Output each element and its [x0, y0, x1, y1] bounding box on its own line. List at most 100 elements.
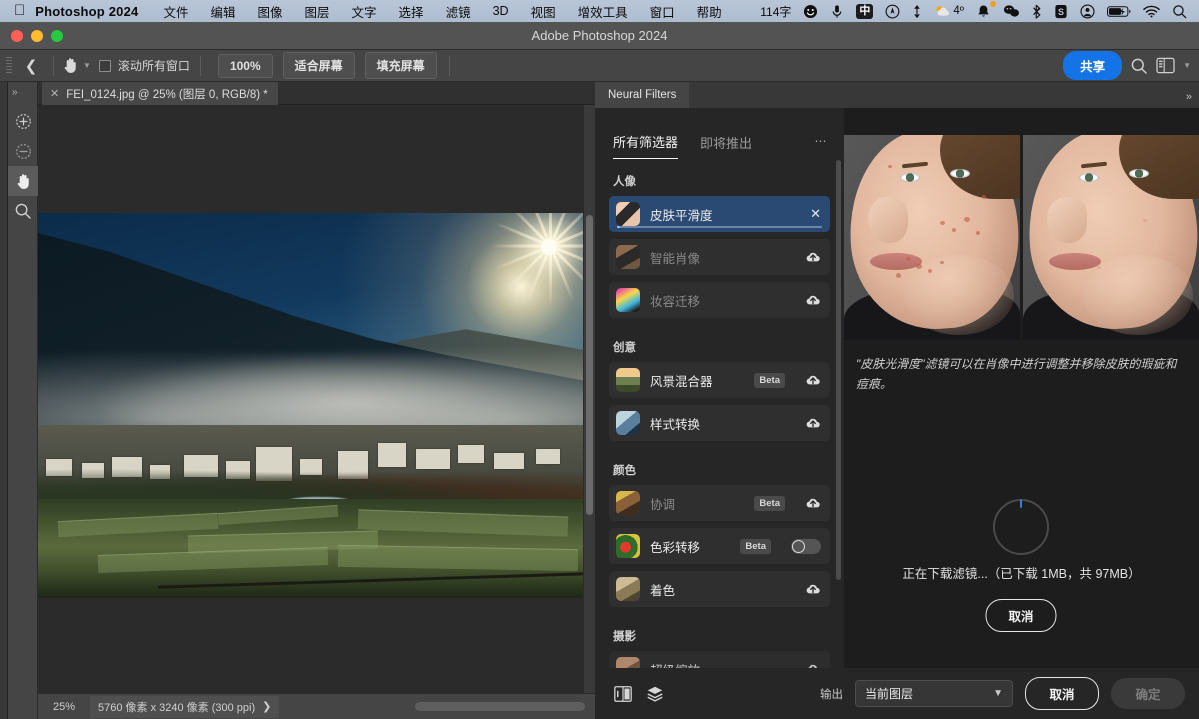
weather-icon[interactable]: 4º	[928, 0, 970, 22]
zoom-in-tool[interactable]	[8, 106, 38, 136]
output-select[interactable]: 当前图层 ▼	[855, 680, 1013, 707]
menu-item-edit[interactable]: 编辑	[199, 2, 246, 21]
zoom-out-tool[interactable]	[8, 136, 38, 166]
before-after-compare-icon[interactable]	[613, 684, 633, 704]
filter-row-super-zoom[interactable]: 超级缩放	[609, 651, 830, 668]
menu-item-type[interactable]: 文字	[341, 2, 388, 21]
zoom-level[interactable]: 25%	[38, 701, 90, 713]
menu-item-layer[interactable]: 图层	[294, 2, 341, 21]
download-icon[interactable]	[805, 250, 821, 264]
filter-row-makeup-transfer[interactable]: 妆容迁移	[609, 282, 830, 318]
apple-icon[interactable]: 	[6, 3, 35, 20]
tab-all-filters[interactable]: 所有筛选器	[613, 132, 679, 159]
back-chevron-icon[interactable]: ❮	[16, 57, 46, 75]
input-method-icon[interactable]: 中	[850, 0, 879, 22]
chevron-down-icon[interactable]: ▼	[1183, 61, 1191, 70]
window-title: Adobe Photoshop 2024	[531, 28, 668, 43]
close-icon[interactable]: ✕	[50, 87, 59, 100]
document-tab[interactable]: ✕ FEI_0124.jpg @ 25% (图层 0, RGB/8) *	[42, 82, 278, 105]
download-status-text: 正在下载滤镜...（已下载 1MB，共 97MB）	[902, 567, 1141, 581]
vertical-arrows-icon[interactable]	[906, 0, 928, 22]
checkbox-box[interactable]	[98, 59, 111, 72]
tools-panel-expand[interactable]: »	[8, 82, 38, 102]
bluetooth-icon[interactable]	[1026, 0, 1048, 22]
menu-item-select[interactable]: 选择	[388, 2, 435, 21]
close-window-button[interactable]	[11, 29, 23, 42]
word-count-indicator[interactable]: 114字	[754, 0, 797, 22]
close-icon[interactable]: ✕	[810, 206, 821, 222]
maximize-window-button[interactable]	[51, 29, 63, 42]
user-account-icon[interactable]	[1074, 0, 1101, 22]
canvas-horizontal-scrollbar[interactable]	[415, 702, 585, 711]
output-select-value: 当前图层	[865, 687, 914, 701]
canvas-area[interactable]	[38, 105, 595, 693]
workspace-icon[interactable]	[1156, 57, 1175, 74]
tab-coming-soon[interactable]: 即将推出	[700, 133, 752, 159]
spotlight-search-icon[interactable]	[1166, 0, 1193, 22]
download-icon[interactable]	[805, 416, 821, 430]
menubar-app-name[interactable]: Photoshop 2024	[35, 4, 152, 19]
compass-icon[interactable]	[879, 0, 906, 22]
filter-group-title: 创意	[613, 342, 636, 354]
filter-row-style-transfer[interactable]: 样式转换	[609, 405, 830, 441]
menu-item-3d[interactable]: 3D	[482, 4, 520, 18]
cancel-button[interactable]: 取消	[1025, 677, 1099, 710]
share-button[interactable]: 共享	[1063, 51, 1123, 80]
magnifier-tool[interactable]	[8, 196, 38, 226]
filter-list-scrollbar[interactable]	[836, 160, 841, 580]
canvas-vertical-scrollbar[interactable]	[584, 105, 595, 693]
menu-item-plugins[interactable]: 增效工具	[567, 2, 639, 21]
hand-tool[interactable]	[8, 166, 38, 196]
filter-thumbnail	[616, 368, 640, 392]
scroll-all-windows-checkbox[interactable]: 滚动所有窗口	[98, 57, 190, 74]
more-options-icon[interactable]: ⋯	[815, 134, 829, 157]
fit-screen-button[interactable]: 适合屏幕	[282, 52, 355, 79]
filter-enable-toggle[interactable]	[791, 538, 821, 554]
menu-item-window[interactable]: 窗口	[639, 2, 686, 21]
battery-charging-icon[interactable]	[1101, 0, 1137, 22]
search-icon[interactable]	[1130, 57, 1148, 75]
filter-row-color-transfer[interactable]: 色彩转移 Beta	[609, 528, 830, 564]
chevron-right-icon[interactable]: ❯	[262, 700, 271, 713]
snipaste-icon[interactable]: S	[1048, 0, 1074, 22]
before-after-preview[interactable]	[844, 135, 1199, 340]
download-icon[interactable]	[805, 373, 821, 387]
wechat-icon[interactable]	[997, 0, 1026, 22]
filter-row-skin-smoothing[interactable]: 皮肤平滑度 ✕	[609, 196, 830, 232]
filter-thumbnail	[616, 202, 640, 226]
download-icon[interactable]	[805, 582, 821, 596]
notification-bell-icon[interactable]	[970, 0, 997, 22]
menu-item-filter[interactable]: 滤镜	[435, 2, 482, 21]
menu-item-view[interactable]: 视图	[520, 2, 567, 21]
menu-item-file[interactable]: 文件	[152, 2, 199, 21]
expand-panel-icon[interactable]: »	[1186, 91, 1199, 108]
chevron-down-icon[interactable]: ▼	[993, 688, 1003, 699]
hand-tool-option[interactable]: ▼	[61, 56, 91, 75]
microphone-icon[interactable]	[824, 0, 850, 22]
download-icon[interactable]	[805, 293, 821, 307]
filter-row-harmonization[interactable]: 协调 Beta	[609, 485, 830, 521]
chevron-down-icon[interactable]: ▼	[83, 61, 91, 70]
filter-row-colorize[interactable]: 着色	[609, 571, 830, 607]
menu-item-help[interactable]: 帮助	[686, 2, 733, 21]
fill-screen-button[interactable]: 填充屏幕	[364, 52, 437, 79]
filter-name: 色彩转移	[650, 540, 701, 555]
minimize-window-button[interactable]	[31, 29, 43, 42]
download-icon[interactable]	[805, 496, 821, 510]
filter-row-smart-portrait[interactable]: 智能肖像	[609, 239, 830, 275]
smiley-icon[interactable]	[797, 0, 824, 22]
svg-text:S: S	[1058, 6, 1064, 16]
zoom-100-button[interactable]: 100%	[217, 53, 273, 78]
scroll-all-windows-label: 滚动所有窗口	[117, 59, 190, 73]
menu-item-image[interactable]: 图像	[247, 2, 294, 21]
cancel-download-button[interactable]: 取消	[985, 599, 1057, 632]
ok-button[interactable]: 确定	[1111, 678, 1185, 709]
document-dimensions[interactable]: 5760 像素 x 3240 像素 (300 ppi) ❯	[90, 695, 280, 718]
layers-stack-icon[interactable]	[645, 684, 665, 704]
filter-thumbnail	[616, 411, 640, 435]
tab-neural-filters[interactable]: Neural Filters	[595, 82, 690, 108]
filter-row-landscape-mixer[interactable]: 风景混合器 Beta	[609, 362, 830, 398]
wifi-icon[interactable]	[1137, 0, 1166, 22]
filter-name: 皮肤平滑度	[650, 208, 713, 223]
options-bar-grip[interactable]	[6, 56, 12, 75]
